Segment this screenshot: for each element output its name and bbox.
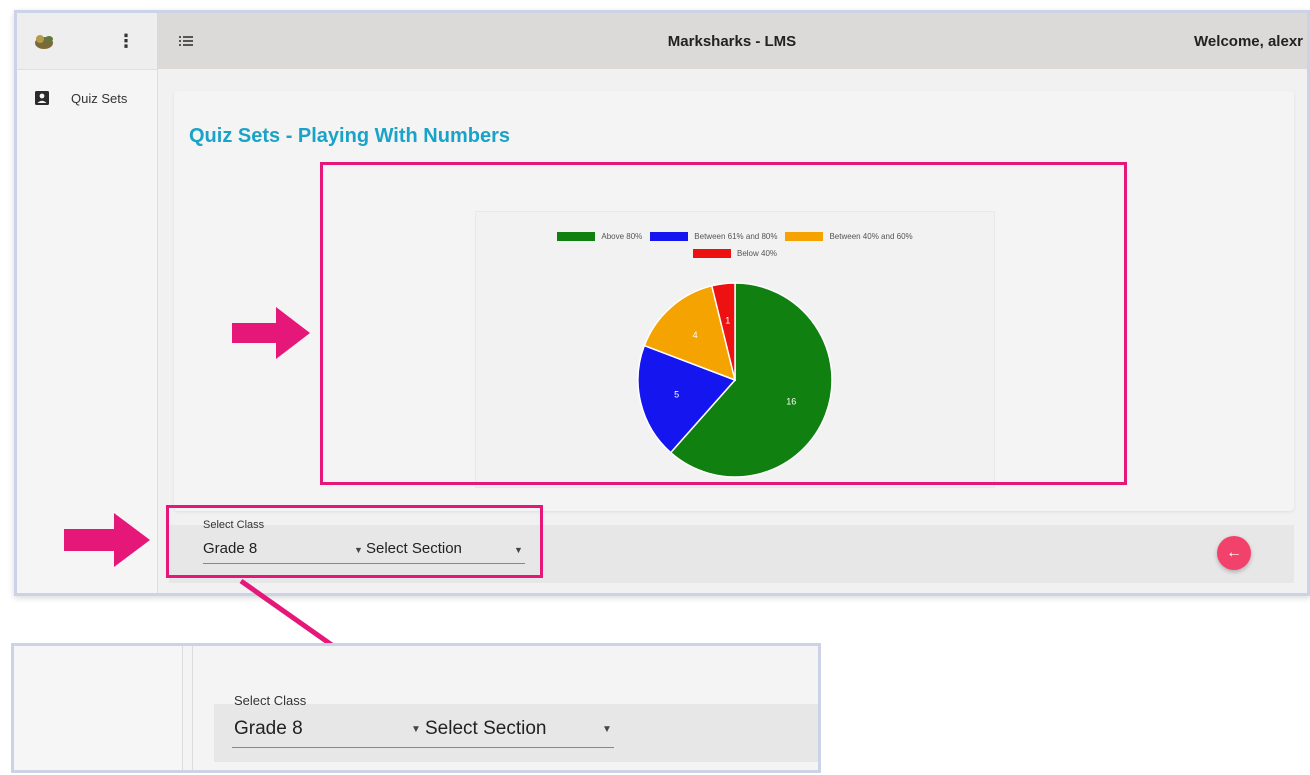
account-box-icon (35, 91, 49, 105)
back-button[interactable]: ← (1217, 536, 1251, 570)
page-title: Quiz Sets - Playing With Numbers (189, 125, 510, 147)
pointer-arrow-icon (232, 307, 310, 359)
top-app-bar: Marksharks - LMS Welcome, alexr (157, 13, 1307, 69)
zoomed-filter-inset: Select Class Grade 8 ▼ Select Section ▼ (11, 643, 821, 773)
inset-sidebar-area (14, 646, 183, 770)
inset-section-dropdown-arrow-icon[interactable]: ▼ (602, 724, 612, 735)
inset-class-dropdown-arrow-icon[interactable]: ▼ (411, 724, 421, 735)
chart-highlight-box (320, 162, 1127, 485)
more-vert-icon[interactable]: ⋮ (117, 32, 135, 50)
inset-select-class-dropdown[interactable]: Grade 8 (234, 718, 303, 740)
inset-select-underline (232, 747, 614, 748)
menu-icon[interactable] (179, 35, 193, 47)
inset-select-class-label: Select Class (234, 693, 307, 708)
filter-highlight-box (166, 505, 543, 578)
app-title: Marksharks - LMS (667, 32, 797, 50)
arrow-back-icon: ← (1226, 544, 1242, 561)
sidebar-header: ⋮ (17, 13, 157, 70)
sidebar-item-quiz-sets[interactable]: Quiz Sets (17, 78, 157, 118)
inset-divider (192, 646, 193, 770)
sidebar: ⋮ Quiz Sets (17, 13, 158, 593)
welcome-text: Welcome, alexr (1194, 32, 1303, 50)
inset-select-section-dropdown[interactable]: Select Section (425, 718, 546, 740)
pointer-arrow-icon (64, 513, 150, 567)
sidebar-item-label: Quiz Sets (71, 90, 128, 106)
app-logo-icon[interactable] (31, 31, 57, 51)
